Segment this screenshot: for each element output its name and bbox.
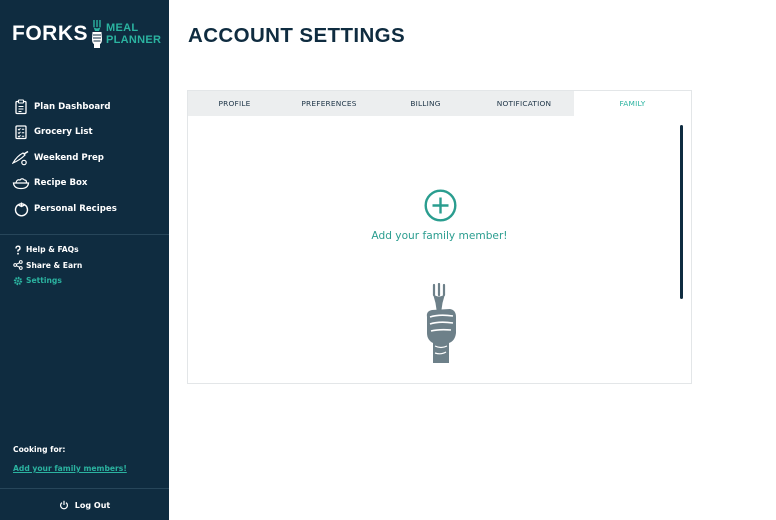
tab-family[interactable]: FAMILY — [574, 91, 691, 116]
settings-panel: PROFILE PREFERENCES BILLING NOTIFICATION… — [187, 90, 692, 384]
cooking-for-label: Cooking for: — [13, 445, 66, 454]
clipboard-icon — [12, 98, 30, 116]
grocery-list-icon — [12, 123, 30, 141]
panel-scrollbar[interactable] — [680, 125, 683, 299]
sidebar-item-label: Grocery List — [34, 127, 93, 138]
sidebar-item-label: Help & FAQs — [26, 245, 79, 255]
page-title: ACCOUNT SETTINGS — [188, 24, 406, 47]
sidebar-divider — [0, 234, 169, 235]
log-out-label: Log Out — [74, 500, 111, 510]
settings-tabs: PROFILE PREFERENCES BILLING NOTIFICATION… — [188, 91, 691, 116]
sidebar-item-label: Personal Recipes — [34, 203, 117, 214]
sidebar: FORKS MEAL PLANNER Plan Dashboard Grocer… — [0, 0, 169, 520]
gear-icon — [12, 275, 23, 286]
sidebar-item-label: Recipe Box — [34, 178, 88, 189]
add-family-member-label[interactable]: Add your family member! — [188, 230, 691, 242]
sidebar-item-grocery-list[interactable]: Grocery List — [12, 120, 162, 146]
sidebar-item-personal-recipes[interactable]: Personal Recipes — [12, 196, 162, 222]
logo-subtitle: MEAL PLANNER — [106, 22, 161, 46]
sidebar-item-label: Share & Earn — [26, 260, 83, 270]
power-icon — [59, 500, 70, 511]
logo-sub-line2: PLANNER — [106, 34, 162, 46]
sidebar-item-settings[interactable]: Settings — [12, 273, 162, 289]
sidebar-item-label: Plan Dashboard — [34, 101, 111, 112]
sidebar-secondary-nav: Help & FAQs Share & Earn Settings — [12, 242, 162, 289]
question-icon — [12, 244, 23, 255]
bowl-icon — [12, 174, 30, 192]
add-family-member-button[interactable] — [424, 189, 457, 222]
fork-logo-icon — [92, 20, 102, 48]
log-out-button[interactable]: Log Out — [0, 496, 169, 514]
sidebar-item-recipe-box[interactable]: Recipe Box — [12, 171, 162, 197]
share-icon — [12, 260, 23, 271]
sidebar-item-help-faqs[interactable]: Help & FAQs — [12, 242, 162, 258]
tab-profile[interactable]: PROFILE — [188, 91, 281, 116]
knife-icon — [12, 149, 30, 167]
add-family-members-link[interactable]: Add your family members! — [13, 464, 127, 473]
tab-notification[interactable]: NOTIFICATION — [474, 91, 574, 116]
fist-fork-mascot-icon — [426, 283, 456, 363]
tab-billing[interactable]: BILLING — [377, 91, 474, 116]
sidebar-main-nav: Plan Dashboard Grocery List Weekend Prep… — [12, 94, 162, 222]
sidebar-divider — [0, 488, 169, 489]
sidebar-item-label: Weekend Prep — [34, 152, 104, 163]
sidebar-item-plan-dashboard[interactable]: Plan Dashboard — [12, 94, 162, 120]
sidebar-item-weekend-prep[interactable]: Weekend Prep — [12, 145, 162, 171]
logo-sub-line1: MEAL — [106, 22, 139, 34]
sidebar-item-share-earn[interactable]: Share & Earn — [12, 258, 162, 274]
forks-logo[interactable]: FORKS MEAL PLANNER — [12, 16, 161, 52]
sidebar-item-label: Settings — [26, 276, 62, 286]
tomato-icon — [12, 200, 30, 218]
app: FORKS MEAL PLANNER Plan Dashboard Grocer… — [0, 0, 776, 520]
tab-preferences[interactable]: PREFERENCES — [281, 91, 377, 116]
logo-word: FORKS — [12, 22, 88, 45]
